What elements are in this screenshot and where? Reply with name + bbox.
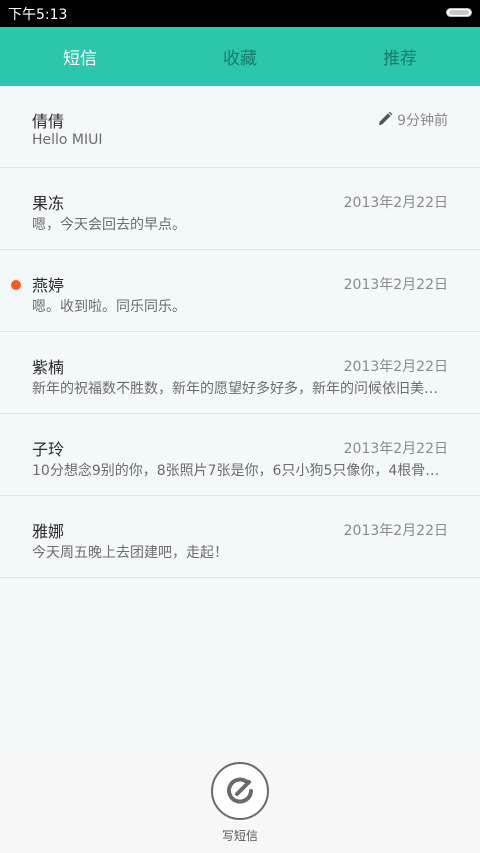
compose-button[interactable] — [211, 762, 269, 820]
message-time: 2013年2月22日 — [343, 277, 448, 293]
message-preview: 嗯。收到啦。同乐同乐。 — [32, 299, 186, 315]
tab-favorites[interactable]: 收藏 — [160, 27, 320, 86]
contact-name: 子玲 — [32, 440, 65, 459]
message-preview: Hello MIUI — [32, 132, 103, 148]
conversation-row[interactable]: 雅娜 2013年2月22日 今天周五晚上去团建吧，走起！ — [0, 496, 480, 578]
conversation-row[interactable]: 果冻 2013年2月22日 嗯，今天会回去的早点。 — [0, 168, 480, 250]
conversation-row[interactable]: 紫楠 2013年2月22日 新年的祝福数不胜数，新年的愿望好多好多，新年的问候依… — [0, 332, 480, 414]
message-preview: 嗯，今天会回去的早点。 — [32, 217, 186, 233]
conversation-row[interactable]: 子玲 2013年2月22日 10分想念9别的你，8张照片7张是你，6只小狗5只像… — [0, 414, 480, 496]
tab-recommend[interactable]: 推荐 — [320, 27, 480, 86]
compose-icon — [227, 777, 253, 804]
message-time: 2013年2月22日 — [343, 523, 448, 539]
message-time: 2013年2月22日 — [343, 441, 448, 457]
conversation-row[interactable]: 倩倩 9分钟前 Hello MIUI — [0, 86, 480, 168]
contact-name: 倩倩 — [32, 112, 65, 131]
contact-name: 紫楠 — [32, 358, 65, 377]
contact-name: 燕婷 — [32, 276, 65, 295]
message-preview: 今天周五晚上去团建吧，走起！ — [32, 545, 228, 561]
message-preview: 10分想念9别的你，8张照片7张是你，6只小狗5只像你，4根骨头… — [32, 463, 448, 479]
draft-pencil-icon — [379, 111, 393, 125]
status-time: 下午5:13 — [8, 7, 68, 23]
contact-name: 果冻 — [32, 194, 65, 213]
contact-name: 雅娜 — [32, 522, 65, 541]
conversation-list: 倩倩 9分钟前 Hello MIUI 果冻 2013年2月22日 嗯，今天会回去… — [0, 86, 480, 752]
battery-icon — [446, 8, 472, 17]
tab-bar: 短信 收藏 推荐 — [0, 27, 480, 86]
status-bar: 下午5:13 — [0, 0, 480, 27]
message-time: 9分钟前 — [397, 113, 448, 129]
bottom-bar: 写短信 — [0, 752, 480, 853]
message-time: 2013年2月22日 — [343, 195, 448, 211]
conversation-row[interactable]: 燕婷 2013年2月22日 嗯。收到啦。同乐同乐。 — [0, 250, 480, 332]
message-preview: 新年的祝福数不胜数，新年的愿望好多好多，新年的问候依旧美好… — [32, 381, 448, 397]
compose-label: 写短信 — [221, 829, 258, 843]
unread-dot-icon — [11, 280, 21, 290]
tab-sms[interactable]: 短信 — [0, 27, 160, 86]
message-time: 2013年2月22日 — [343, 359, 448, 375]
